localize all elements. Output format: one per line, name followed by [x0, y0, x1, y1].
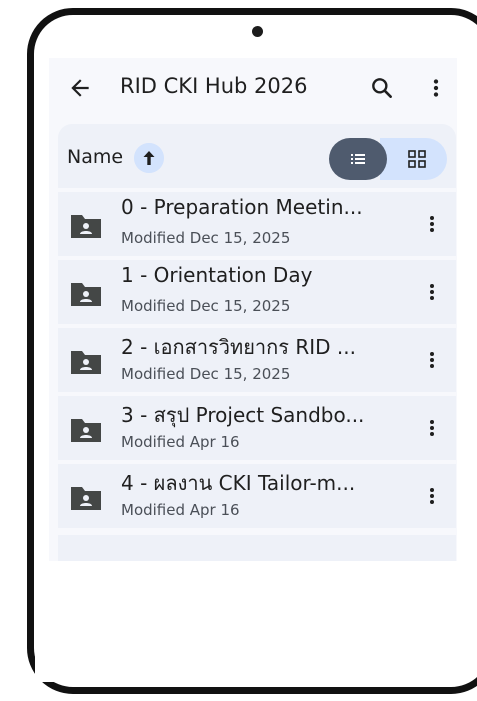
grid-view-icon: [408, 150, 426, 168]
list-item[interactable]: 0 - Preparation Meetin... Modified Dec 1…: [58, 192, 456, 256]
item-modified: Modified Dec 15, 2025: [121, 365, 291, 383]
shared-folder-icon: [71, 351, 101, 374]
item-modified: Modified Apr 16: [121, 433, 240, 451]
item-modified: Modified Apr 16: [121, 501, 240, 519]
arrow-up-icon[interactable]: [134, 143, 164, 173]
more-vert-icon[interactable]: [423, 212, 441, 236]
more-vert-icon[interactable]: [423, 484, 441, 508]
item-name: 4 - ผลงาน CKI Tailor-m...: [121, 471, 356, 495]
drive-screen: RID CKI Hub 2026 Name 0 - Preparation Me…: [49, 58, 457, 561]
view-mode-toggle: [329, 138, 447, 180]
shared-folder-icon: [71, 487, 101, 510]
list-view-icon: [351, 154, 365, 164]
item-name: 2 - เอกสารวิทยากร RID ...: [121, 335, 356, 359]
grid-view-button[interactable]: [380, 138, 447, 180]
more-vert-icon[interactable]: [423, 348, 441, 372]
shared-folder-icon: [71, 283, 101, 306]
folder-title: RID CKI Hub 2026: [120, 74, 308, 98]
more-vert-icon[interactable]: [427, 75, 445, 101]
shared-folder-icon: [71, 419, 101, 442]
item-name: 3 - สรุป Project Sandbo...: [121, 403, 365, 427]
stage: RID CKI Hub 2026 Name 0 - Preparation Me…: [0, 0, 477, 701]
front-camera: [252, 26, 263, 37]
list-item[interactable]: 2 - เอกสารวิทยากร RID ... Modified Dec 1…: [58, 328, 456, 392]
item-name: 1 - Orientation Day: [121, 263, 313, 287]
search-icon[interactable]: [369, 75, 395, 101]
more-vert-icon[interactable]: [423, 280, 441, 304]
sort-bar: Name: [58, 124, 456, 188]
item-modified: Modified Dec 15, 2025: [121, 229, 291, 247]
item-modified: Modified Dec 15, 2025: [121, 297, 291, 315]
list-end-spacer: [58, 535, 456, 561]
file-list: 0 - Preparation Meetin... Modified Dec 1…: [58, 192, 456, 532]
item-name: 0 - Preparation Meetin...: [121, 195, 363, 219]
more-vert-icon[interactable]: [423, 416, 441, 440]
list-item[interactable]: 4 - ผลงาน CKI Tailor-m... Modified Apr 1…: [58, 464, 456, 528]
screen-blank-area: [35, 562, 465, 682]
list-item[interactable]: 3 - สรุป Project Sandbo... Modified Apr …: [58, 396, 456, 460]
sort-field-button[interactable]: Name: [67, 146, 123, 168]
shared-folder-icon: [71, 215, 101, 238]
arrow-left-icon[interactable]: [67, 75, 93, 101]
list-item[interactable]: 1 - Orientation Day Modified Dec 15, 202…: [58, 260, 456, 324]
list-view-button[interactable]: [329, 138, 387, 180]
app-bar: RID CKI Hub 2026: [49, 58, 457, 118]
